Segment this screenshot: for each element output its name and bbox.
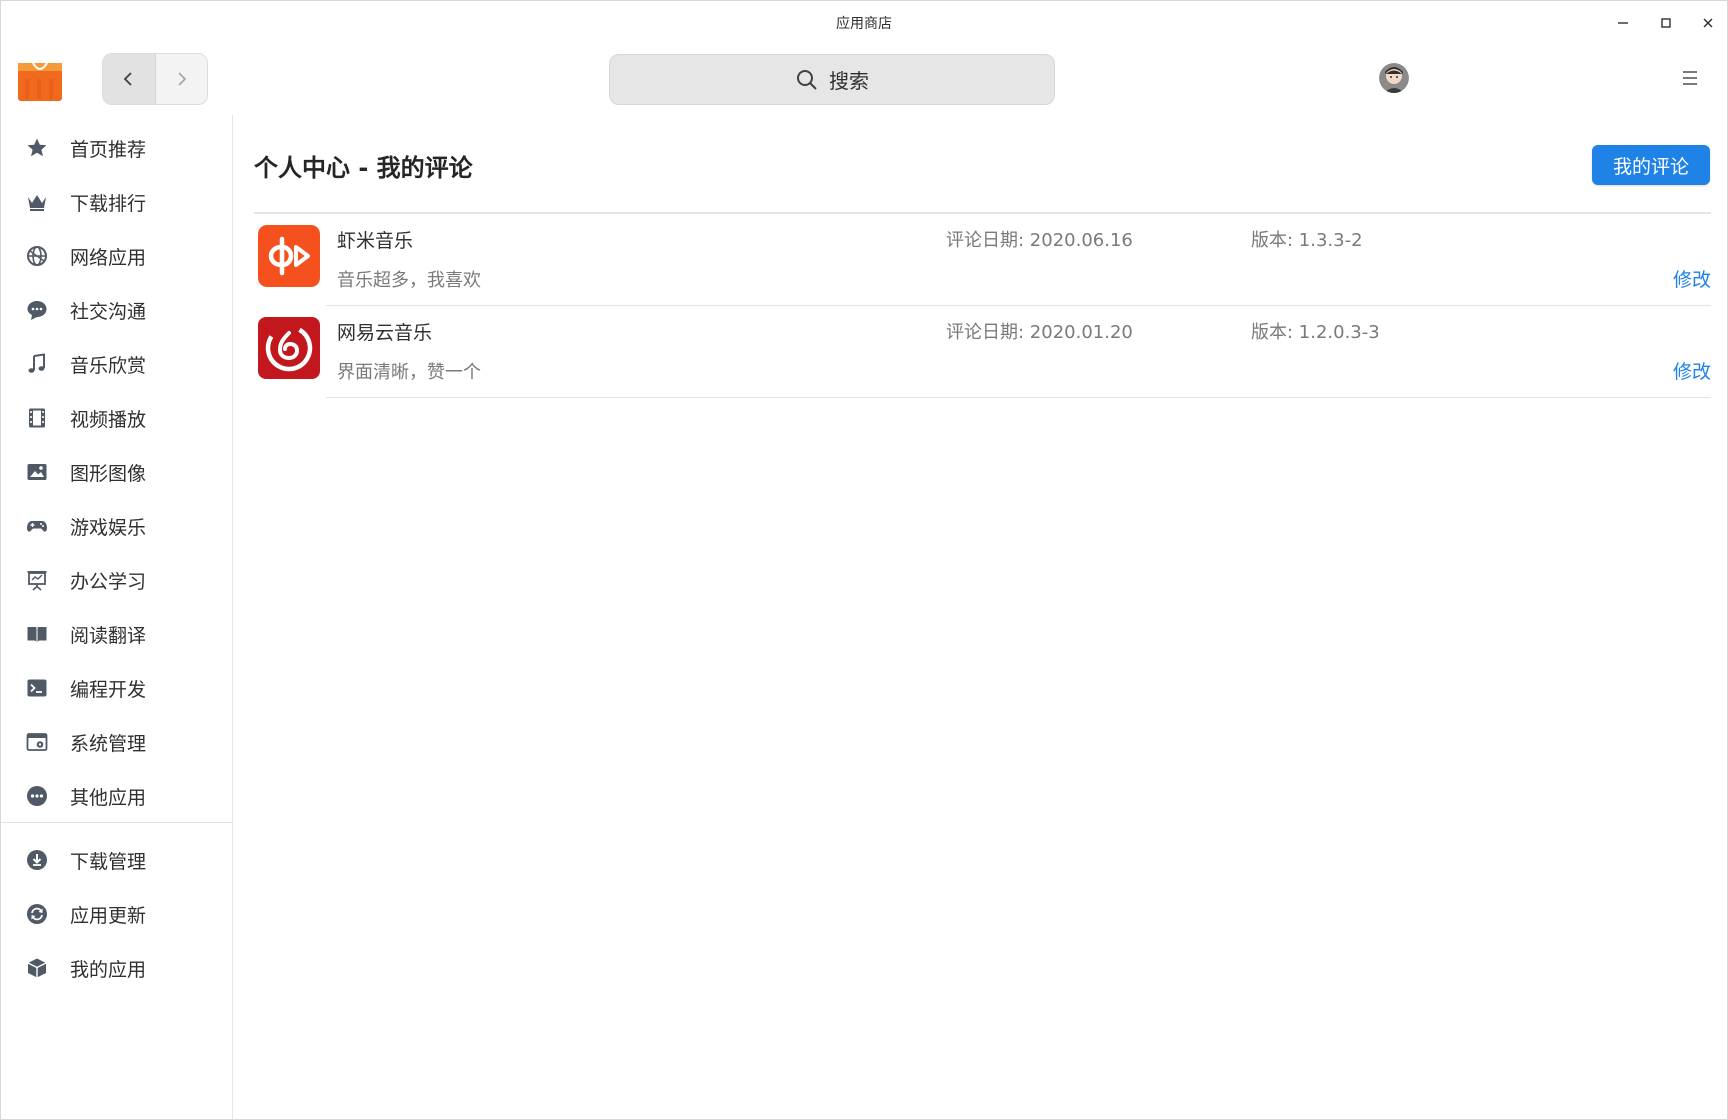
sidebar-item-ranking[interactable]: 下载排行 — [1, 179, 232, 225]
sidebar-item-graphics[interactable]: 图形图像 — [1, 449, 232, 495]
download-icon — [27, 850, 47, 870]
sidebar-item-updates[interactable]: 应用更新 — [1, 891, 232, 937]
chevron-right-icon — [178, 72, 187, 86]
edit-review-link[interactable]: 修改 — [1673, 357, 1711, 384]
window-title: 应用商店 — [836, 16, 892, 32]
my-reviews-button[interactable]: 我的评论 — [1592, 145, 1710, 185]
sidebar-item-label: 办公学习 — [70, 570, 147, 593]
close-icon — [1703, 18, 1713, 28]
sidebar-item-label: 下载管理 — [70, 850, 147, 873]
review-comment: 界面清晰，赞一个 — [337, 362, 481, 383]
review-date: 评论日期: 2020.01.20 — [946, 322, 1133, 343]
sidebar-item-label: 音乐欣赏 — [70, 354, 147, 377]
review-version: 版本: 1.3.3-2 — [1251, 230, 1363, 251]
sidebar-item-development[interactable]: 编程开发 — [1, 665, 232, 711]
more-icon — [27, 786, 47, 806]
minimize-button[interactable] — [1605, 9, 1641, 37]
back-button[interactable] — [103, 54, 156, 104]
terminal-icon — [27, 679, 47, 697]
sidebar-item-home[interactable]: 首页推荐 — [1, 125, 232, 171]
review-app-name: 网易云音乐 — [337, 322, 433, 344]
sidebar-item-label: 游戏娱乐 — [70, 516, 147, 539]
image-icon — [27, 464, 47, 480]
review-app-name: 虾米音乐 — [337, 230, 414, 252]
star-icon — [27, 138, 47, 157]
main-content: 个人中心 - 我的评论 我的评论 虾米音乐 音乐超多，我喜欢 评论日期: 202… — [233, 115, 1727, 1119]
search-input[interactable]: 搜索 — [609, 54, 1055, 105]
sidebar-item-label: 应用更新 — [70, 904, 147, 927]
review-row: 网易云音乐 界面清晰，赞一个 评论日期: 2020.01.20 版本: 1.2.… — [254, 306, 1711, 398]
sidebar-item-my-apps[interactable]: 我的应用 — [1, 945, 232, 991]
refresh-icon — [27, 904, 47, 924]
sidebar-item-label: 网络应用 — [70, 246, 147, 269]
sidebar-item-label: 其他应用 — [70, 786, 147, 809]
xiami-music-icon — [258, 225, 320, 287]
presentation-icon — [27, 571, 47, 591]
film-icon — [29, 408, 45, 428]
sidebar-item-label: 我的应用 — [70, 958, 147, 981]
sidebar-divider — [1, 822, 232, 823]
review-comment: 音乐超多，我喜欢 — [337, 270, 481, 291]
netease-music-icon — [258, 317, 320, 379]
maximize-button[interactable] — [1648, 9, 1684, 37]
sidebar-item-label: 阅读翻译 — [70, 624, 147, 647]
globe-icon — [27, 246, 47, 266]
package-icon — [27, 958, 47, 978]
sidebar-item-label: 下载排行 — [70, 192, 147, 215]
sidebar-item-reading[interactable]: 阅读翻译 — [1, 611, 232, 657]
minimize-icon — [1618, 22, 1628, 24]
chevron-left-icon — [123, 72, 132, 86]
gamepad-icon — [27, 521, 47, 532]
sidebar-item-label: 社交沟通 — [70, 300, 147, 323]
music-note-icon — [28, 353, 45, 373]
sidebar-item-games[interactable]: 游戏娱乐 — [1, 503, 232, 549]
title-bar: 应用商店 — [1, 1, 1727, 43]
sidebar-item-downloads[interactable]: 下载管理 — [1, 837, 232, 883]
sidebar-item-label: 编程开发 — [70, 678, 147, 701]
review-row: 虾米音乐 音乐超多，我喜欢 评论日期: 2020.06.16 版本: 1.3.3… — [254, 214, 1711, 306]
review-date: 评论日期: 2020.06.16 — [946, 230, 1133, 251]
row-divider — [326, 397, 1711, 398]
avatar[interactable] — [1379, 63, 1409, 93]
sidebar-item-video[interactable]: 视频播放 — [1, 395, 232, 441]
forward-button[interactable] — [155, 54, 207, 104]
sidebar-item-label: 图形图像 — [70, 462, 147, 485]
sidebar-item-label: 首页推荐 — [70, 138, 147, 161]
sidebar-item-other[interactable]: 其他应用 — [1, 773, 232, 819]
edit-review-link[interactable]: 修改 — [1673, 265, 1711, 292]
main-menu-button[interactable] — [1677, 65, 1703, 91]
sidebar-item-social[interactable]: 社交沟通 — [1, 287, 232, 333]
search-placeholder: 搜索 — [829, 69, 869, 93]
close-button[interactable] — [1690, 9, 1726, 37]
sidebar-item-label: 系统管理 — [70, 732, 147, 755]
sidebar-item-music[interactable]: 音乐欣赏 — [1, 341, 232, 387]
hamburger-icon — [1683, 71, 1697, 85]
app-window: 应用商店 搜索 首页推荐 下载排行 网络应用 社交沟通 音乐欣赏 视频播放 图形… — [0, 0, 1728, 1120]
book-icon — [27, 627, 47, 642]
crown-icon — [28, 195, 46, 211]
sidebar-item-label: 视频播放 — [70, 408, 147, 431]
sidebar-item-system[interactable]: 系统管理 — [1, 719, 232, 765]
maximize-icon — [1661, 18, 1671, 28]
system-settings-icon — [26, 733, 48, 751]
app-store-logo-icon — [18, 62, 62, 101]
navigation-buttons — [102, 53, 208, 105]
sidebar-item-network[interactable]: 网络应用 — [1, 233, 232, 279]
page-title: 个人中心 - 我的评论 — [254, 154, 473, 182]
chat-icon — [27, 301, 47, 320]
sidebar-item-office[interactable]: 办公学习 — [1, 557, 232, 603]
search-icon — [797, 69, 817, 90]
review-version: 版本: 1.2.0.3-3 — [1251, 322, 1380, 343]
sidebar: 首页推荐 下载排行 网络应用 社交沟通 音乐欣赏 视频播放 图形图像 游戏娱乐 … — [1, 115, 233, 1119]
